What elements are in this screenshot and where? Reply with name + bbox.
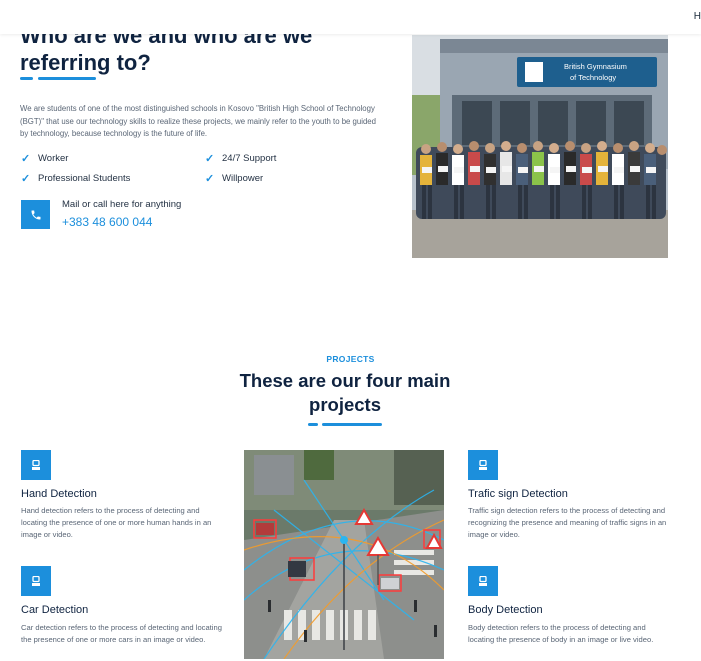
title-underline-short xyxy=(20,77,33,80)
projects-section-tag: PROJECTS xyxy=(326,354,375,364)
project-desc-body-detection: Body detection refers to the process of … xyxy=(468,623,654,644)
feature-item: ✓ Worker xyxy=(21,152,68,165)
feature-label: 24/7 Support xyxy=(222,153,277,164)
feature-item: ✓ Professional Students xyxy=(21,172,130,185)
traffic-detection-illustration xyxy=(244,450,444,659)
feature-item: ✓ 24/7 Support xyxy=(205,152,276,165)
project-icon xyxy=(479,459,487,470)
project-icon xyxy=(32,575,40,586)
top-navigation-bar: H xyxy=(0,0,701,34)
contact-label: Mail or call here for anything xyxy=(62,199,182,210)
projects-underline-short xyxy=(308,423,318,426)
project-desc-trafic-sign-detection: Traffic sign detection refers to the pro… xyxy=(468,506,667,539)
project-title-trafic-sign-detection: Trafic sign Detection xyxy=(468,488,568,500)
sign-line-1: British Gymnasium xyxy=(564,62,627,71)
project-icon-box xyxy=(468,450,498,480)
feature-label: Professional Students xyxy=(38,173,131,184)
feature-item: ✓ Willpower xyxy=(205,172,263,185)
project-title-body-detection: Body Detection xyxy=(468,604,543,616)
project-desc-hand-detection: Hand detection refers to the process of … xyxy=(21,506,212,539)
contact-phone-link[interactable]: +383 48 600 044 xyxy=(62,215,152,229)
project-title-car-detection: Car Detection xyxy=(21,604,89,616)
project-desc-car-detection: Car detection refers to the process of d… xyxy=(21,623,222,644)
about-description: We are students of one of the most disti… xyxy=(20,104,376,138)
feature-label: Worker xyxy=(38,153,69,164)
check-icon: ✓ xyxy=(205,153,215,165)
check-icon: ✓ xyxy=(21,173,31,185)
nav-menu-item[interactable]: H xyxy=(694,11,701,22)
project-title-hand-detection: Hand Detection xyxy=(21,488,97,500)
school-group-photo: British Gymnasium of Technology xyxy=(412,35,668,258)
project-icon-box xyxy=(468,566,498,596)
sign-line-2: of Technology xyxy=(570,73,616,82)
project-icon xyxy=(32,459,40,470)
phone-button[interactable] xyxy=(21,200,50,229)
project-icon-box xyxy=(21,566,51,596)
projects-underline-long xyxy=(322,423,382,426)
phone-icon xyxy=(31,210,40,219)
projects-section-title: These are our four main projects xyxy=(239,370,451,415)
project-icon xyxy=(479,575,487,586)
feature-label: Willpower xyxy=(222,173,264,184)
project-icon-box xyxy=(21,450,51,480)
check-icon: ✓ xyxy=(205,173,215,185)
check-icon: ✓ xyxy=(21,153,31,165)
title-underline-long xyxy=(38,77,96,80)
